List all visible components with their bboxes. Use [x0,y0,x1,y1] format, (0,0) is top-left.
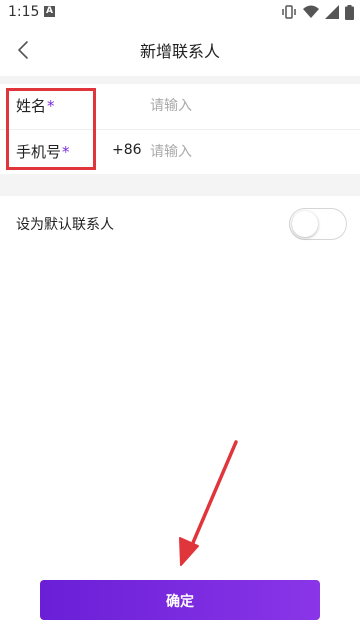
annotation-arrow-icon [179,440,238,566]
confirm-button[interactable]: 确定 [40,580,320,620]
